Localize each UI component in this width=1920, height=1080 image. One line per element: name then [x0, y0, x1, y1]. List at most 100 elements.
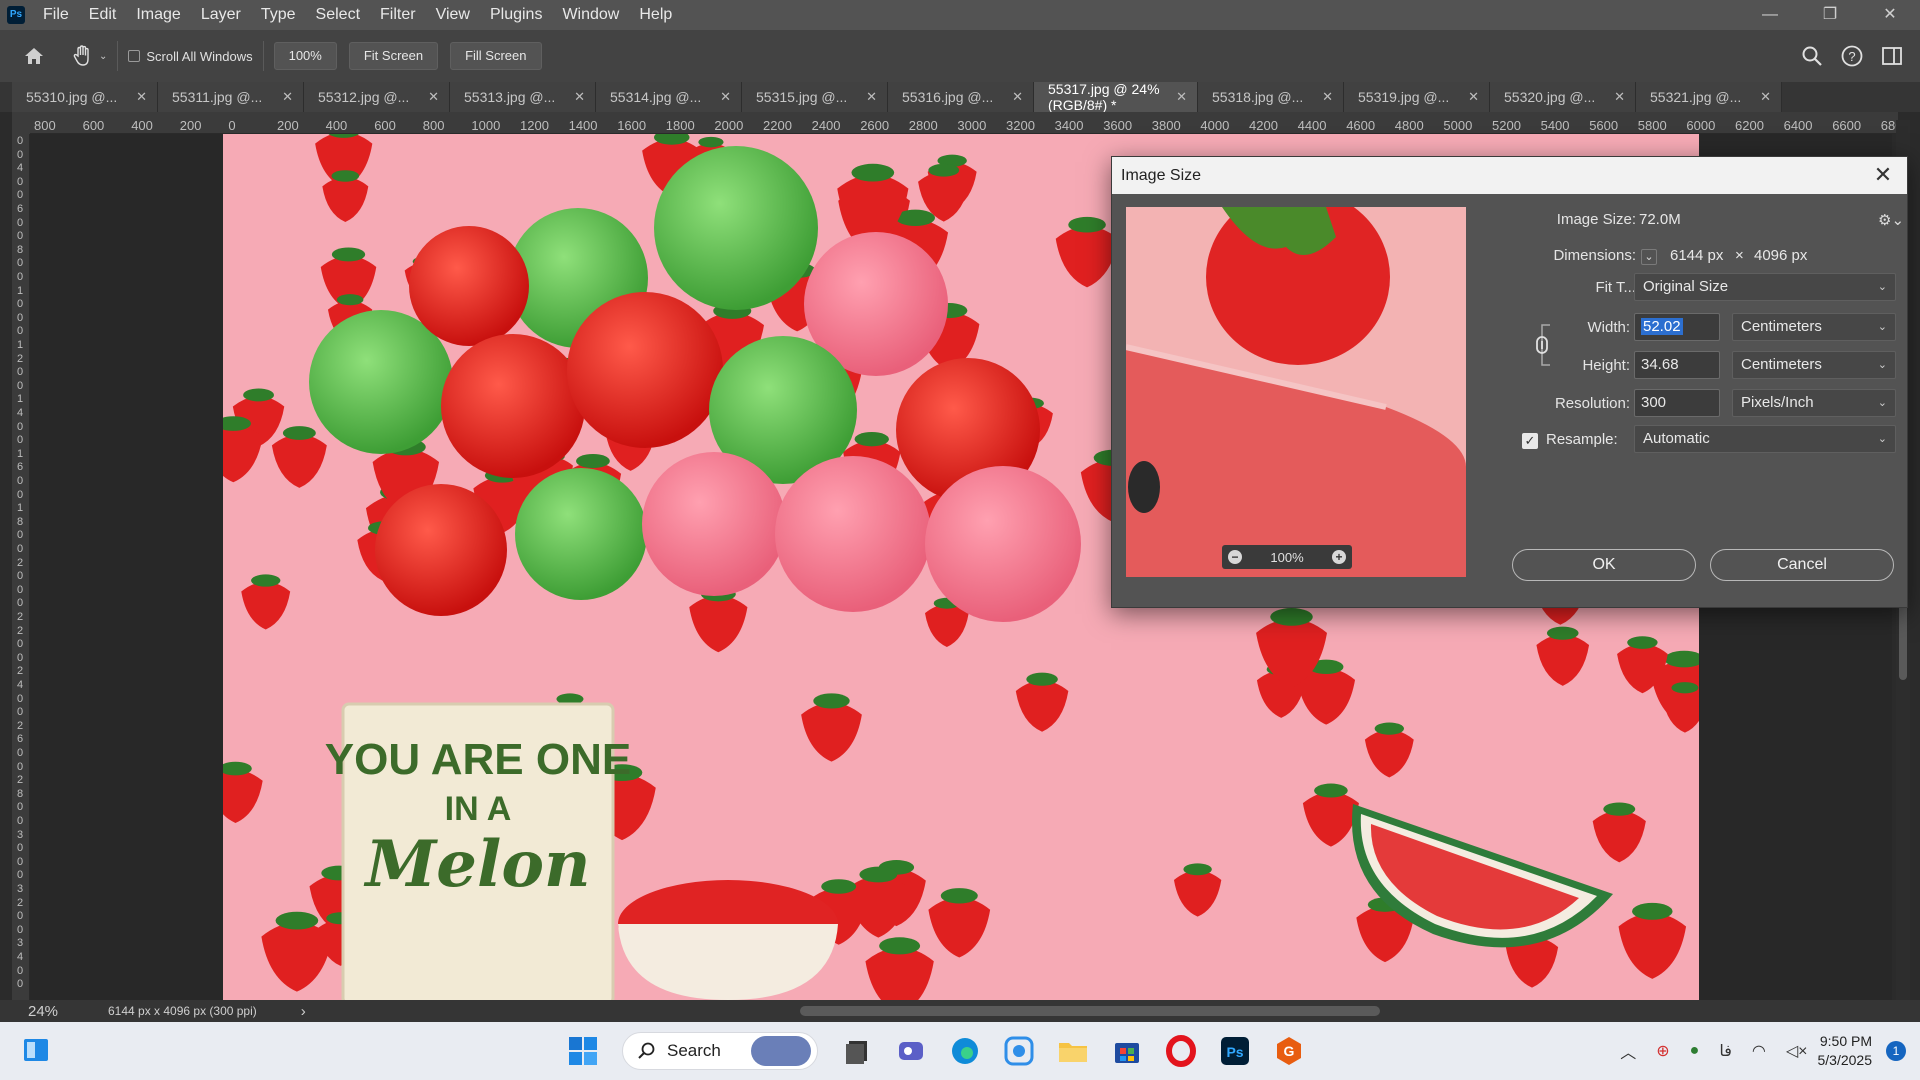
- zoom-100-button[interactable]: 100%: [273, 42, 337, 70]
- fill-screen-button[interactable]: Fill Screen: [450, 42, 542, 70]
- fit-to-dropdown[interactable]: Original Size ⌄: [1634, 273, 1896, 301]
- gear-icon[interactable]: ⚙⌄: [1878, 211, 1904, 229]
- chevron-down-icon[interactable]: ⌄: [99, 51, 107, 62]
- minimize-button[interactable]: —: [1740, 0, 1800, 30]
- home-icon[interactable]: [23, 45, 45, 67]
- tab-label: 55318.jpg @...: [1212, 89, 1304, 105]
- menu-edit[interactable]: Edit: [79, 6, 127, 24]
- close-tab-icon[interactable]: ✕: [1468, 89, 1479, 105]
- chevron-up-icon[interactable]: ︿: [1620, 1039, 1636, 1063]
- close-tab-icon[interactable]: ✕: [1760, 89, 1771, 105]
- file-explorer-icon[interactable]: [1056, 1034, 1090, 1068]
- document-tab[interactable]: 55319.jpg @... ✕: [1344, 82, 1490, 112]
- ok-button[interactable]: OK: [1512, 549, 1696, 581]
- close-tab-icon[interactable]: ✕: [574, 89, 585, 105]
- zoom-level[interactable]: 24%: [0, 1003, 76, 1020]
- resample-dropdown[interactable]: Automatic ⌄: [1634, 425, 1896, 453]
- close-tab-icon[interactable]: ✕: [720, 89, 731, 105]
- height-input[interactable]: 34.68: [1634, 351, 1720, 379]
- dimensions-dropdown-icon[interactable]: ⌄: [1641, 249, 1657, 265]
- status-arrow-icon[interactable]: ›: [301, 1003, 306, 1020]
- store-icon[interactable]: [1110, 1034, 1144, 1068]
- vpn-icon[interactable]: ⊕: [1656, 1041, 1669, 1061]
- menu-help[interactable]: Help: [629, 6, 682, 24]
- notification-badge[interactable]: 1: [1886, 1041, 1906, 1061]
- taskbar-search[interactable]: Search: [622, 1032, 818, 1070]
- fit-screen-button[interactable]: Fit Screen: [348, 42, 439, 70]
- document-tab[interactable]: 55316.jpg @... ✕: [888, 82, 1034, 112]
- vertical-ruler[interactable]: 0040060080010001200140016001800200022002…: [12, 134, 30, 1000]
- horizontal-scrollbar[interactable]: [800, 1006, 1380, 1016]
- document-tab[interactable]: 55312.jpg @... ✕: [304, 82, 450, 112]
- volume-muted-icon[interactable]: ◁×: [1786, 1041, 1808, 1061]
- ruler-tick-label: 5000: [1443, 118, 1473, 133]
- opera-icon[interactable]: [1164, 1034, 1198, 1068]
- document-tab[interactable]: 55311.jpg @... ✕: [158, 82, 304, 112]
- ruler-tick-label: 0: [16, 488, 24, 501]
- camera-app-icon[interactable]: [1002, 1034, 1036, 1068]
- zoom-out-icon[interactable]: −: [1228, 550, 1242, 564]
- close-window-button[interactable]: ✕: [1860, 0, 1920, 30]
- width-input[interactable]: 52.02: [1634, 313, 1720, 341]
- scroll-all-windows-checkbox[interactable]: [128, 50, 141, 62]
- resolution-value: 300: [1641, 394, 1667, 411]
- document-tab[interactable]: 55321.jpg @... ✕: [1636, 82, 1782, 112]
- width-unit-dropdown[interactable]: Centimeters ⌄: [1732, 313, 1896, 341]
- help-icon[interactable]: ?: [1840, 44, 1864, 68]
- document-tab[interactable]: 55314.jpg @... ✕: [596, 82, 742, 112]
- close-tab-icon[interactable]: ✕: [428, 89, 439, 105]
- menu-view[interactable]: View: [426, 6, 480, 24]
- strawberry-leaf: [1671, 682, 1699, 694]
- close-tab-icon[interactable]: ✕: [866, 89, 877, 105]
- height-unit-dropdown[interactable]: Centimeters ⌄: [1732, 351, 1896, 379]
- menu-window[interactable]: Window: [552, 6, 629, 24]
- cancel-button[interactable]: Cancel: [1710, 549, 1894, 581]
- restore-button[interactable]: ❐: [1800, 0, 1860, 30]
- close-tab-icon[interactable]: ✕: [1322, 89, 1333, 105]
- scroll-thumb[interactable]: [1899, 600, 1907, 680]
- widgets-icon[interactable]: [22, 1036, 50, 1064]
- language-indicator[interactable]: فا: [1719, 1041, 1732, 1061]
- close-icon[interactable]: ✕: [1869, 161, 1897, 189]
- windows-start-icon[interactable]: [566, 1034, 600, 1068]
- image-preview[interactable]: − 100% +: [1126, 207, 1466, 577]
- resolution-unit-dropdown[interactable]: Pixels/Inch ⌄: [1732, 389, 1896, 417]
- svg-text:G: G: [1284, 1043, 1295, 1059]
- network-globe-icon[interactable]: ●: [1690, 1042, 1700, 1060]
- menu-type[interactable]: Type: [251, 6, 306, 24]
- workspace-icon[interactable]: [1880, 44, 1904, 68]
- resolution-input[interactable]: 300: [1634, 389, 1720, 417]
- teams-icon[interactable]: [894, 1034, 928, 1068]
- zoom-in-icon[interactable]: +: [1332, 550, 1346, 564]
- document-tab[interactable]: 55315.jpg @... ✕: [742, 82, 888, 112]
- ruler-tick-label: 0: [16, 964, 24, 977]
- clock[interactable]: 9:50 PM 5/3/2025: [1818, 1032, 1873, 1070]
- close-tab-icon[interactable]: ✕: [1176, 89, 1187, 105]
- resample-checkbox[interactable]: ✓: [1522, 433, 1538, 449]
- horizontal-ruler[interactable]: 800 600 400 200 0 200 400 600 800 1000 1200 1400 160…: [30, 112, 1910, 134]
- hand-tool-icon[interactable]: [71, 44, 95, 68]
- document-tab[interactable]: 55310.jpg @... ✕: [12, 82, 158, 112]
- close-tab-icon[interactable]: ✕: [282, 89, 293, 105]
- menu-plugins[interactable]: Plugins: [480, 6, 552, 24]
- document-tab[interactable]: 55317.jpg @ 24% (RGB/8#) * ✕: [1034, 81, 1198, 113]
- menu-filter[interactable]: Filter: [370, 6, 426, 24]
- close-tab-icon[interactable]: ✕: [1614, 89, 1625, 105]
- close-tab-icon[interactable]: ✕: [136, 89, 147, 105]
- document-tab[interactable]: 55318.jpg @... ✕: [1198, 82, 1344, 112]
- document-tab[interactable]: 55320.jpg @... ✕: [1490, 82, 1636, 112]
- document-info[interactable]: 6144 px x 4096 px (300 ppi): [108, 1004, 257, 1018]
- menu-file[interactable]: File: [33, 6, 79, 24]
- task-view-icon[interactable]: [840, 1034, 874, 1068]
- wifi-icon[interactable]: ◠: [1752, 1041, 1766, 1061]
- photoshop-taskbar-icon[interactable]: Ps: [1218, 1034, 1252, 1068]
- search-icon[interactable]: [1800, 44, 1824, 68]
- close-tab-icon[interactable]: ✕: [1012, 89, 1023, 105]
- menu-select[interactable]: Select: [306, 6, 370, 24]
- ruler-tick-label: 800: [34, 118, 56, 133]
- menu-image[interactable]: Image: [126, 6, 190, 24]
- edge-icon[interactable]: [948, 1034, 982, 1068]
- document-tab[interactable]: 55313.jpg @... ✕: [450, 82, 596, 112]
- menu-layer[interactable]: Layer: [191, 6, 251, 24]
- app-g-icon[interactable]: G: [1272, 1034, 1306, 1068]
